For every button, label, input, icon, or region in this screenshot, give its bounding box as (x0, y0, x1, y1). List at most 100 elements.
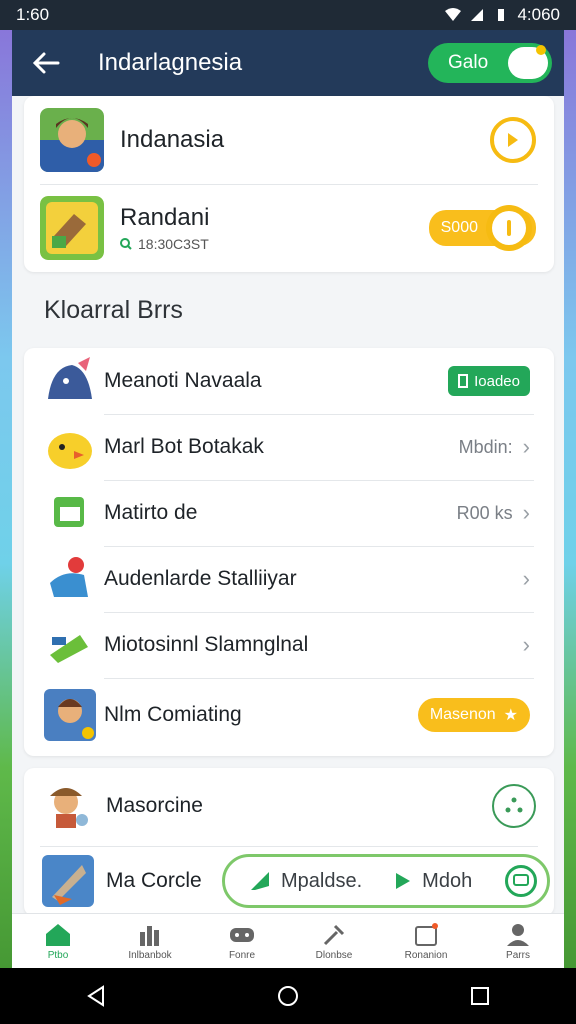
nav-label: Ptbo (47, 949, 69, 961)
explorer-icon (50, 788, 88, 828)
list-item[interactable]: Marl Bot Botakak Mbdin: › (24, 416, 554, 478)
floating-item-1[interactable]: Mpaldse. (249, 870, 362, 893)
profile-name: Randani (120, 204, 210, 231)
action-button[interactable] (486, 205, 532, 251)
leaf-icon (251, 872, 269, 890)
list-item-label: Marl Bot Botakak (104, 435, 264, 458)
system-back-button[interactable] (76, 976, 116, 1016)
info-icon (492, 211, 526, 245)
list-item[interactable]: Miotosinnl Slamnglnal › (24, 614, 554, 676)
nav-label: Dlonbse (315, 949, 353, 961)
wifi-icon (445, 8, 462, 21)
profile-row[interactable]: Indanasia (24, 102, 554, 178)
play-icon (508, 133, 518, 147)
back-button[interactable] (24, 41, 68, 85)
game-app-icon (40, 196, 104, 260)
chick-icon (48, 433, 92, 469)
chevron-right-icon: › (522, 566, 530, 591)
list-item-label: Meanoti Navaala (104, 369, 262, 392)
signal-icon (471, 9, 484, 21)
floating-action-bar: Mpaldse. Mdoh (222, 854, 550, 908)
nav-label: Inlbanbok (128, 949, 172, 961)
cloud-icon (508, 45, 548, 79)
status-bar: 1:60 4:060 (0, 0, 576, 30)
highlight-badge[interactable]: Masenon ★ (417, 698, 530, 732)
folder-icon (54, 497, 84, 527)
list-item[interactable]: Masorcine (24, 772, 554, 840)
nav-item-tools[interactable]: Dlonbse (294, 922, 374, 961)
list-item[interactable]: Meanoti Navaala Ioadeo (24, 350, 554, 412)
list-item-label: Matirto de (104, 501, 198, 524)
floating-item-2[interactable]: Mdoh (394, 870, 472, 893)
list-item-label: Audenlarde Stalliiyar (104, 567, 297, 590)
list-item-meta: Mbdin: (458, 436, 513, 457)
nav-item-games[interactable]: Fonre (202, 922, 282, 961)
nav-item-calendar[interactable]: Ronanion (386, 922, 466, 961)
list-item[interactable]: Nlm Comiating Masenon ★ (24, 680, 554, 750)
divider (104, 546, 534, 547)
profile-subtitle: 18:30C3ST (120, 236, 429, 252)
bus-button[interactable] (505, 865, 537, 897)
nav-label: Parrs (506, 949, 530, 961)
system-recents-button[interactable] (460, 976, 500, 1016)
profile-row[interactable]: Randani 18:30C3ST S000 (24, 190, 554, 266)
chevron-right-icon: › (522, 632, 530, 657)
settings-button[interactable] (492, 784, 536, 828)
status-badge-text: Ioadeo (474, 372, 520, 390)
notification-dot (536, 45, 546, 55)
nav-item-home[interactable]: Ptbo (18, 922, 98, 961)
highlight-badge-text: Masenon (429, 706, 496, 723)
system-navigation (0, 968, 576, 1024)
status-icons: 4:060 (445, 5, 560, 25)
floating-item-1-label: Mpaldse. (281, 869, 363, 892)
score-badge[interactable]: S000 (428, 205, 536, 251)
chevron-right-icon: › (522, 500, 530, 525)
list-item-meta: R00 ks (456, 502, 513, 523)
galo-toggle[interactable]: Galo (428, 43, 552, 83)
list-item[interactable]: Audenlarde Stalliiyar › (24, 548, 554, 610)
toggle-label: Galo (448, 52, 489, 73)
creature-icon (48, 357, 92, 399)
battery-icon (498, 9, 505, 21)
tools-icon (50, 635, 88, 663)
profile-card: Indanasia Randani 18:30C3ST S000 (24, 96, 554, 272)
dots-icon (505, 797, 523, 813)
status-badge[interactable]: Ioadeo (448, 366, 530, 396)
system-home-button[interactable] (268, 976, 308, 1016)
circle-home-icon (278, 986, 298, 1006)
stats-icon (140, 925, 159, 946)
bottom-navigation: Ptbo Inlbanbok Fonre Dlonbse Ronanion Pa… (12, 913, 564, 968)
home-icon (46, 923, 70, 946)
search-icon (120, 238, 132, 250)
wrench-icon (323, 924, 345, 945)
profile-subtitle-text: 18:30C3ST (138, 236, 209, 252)
list-item[interactable]: Matirto de R00 ks › (24, 482, 554, 544)
character-icon (44, 689, 96, 741)
main-panel: Indanasia Randani 18:30C3ST S000 Kloarra… (12, 96, 564, 968)
games-icon (230, 927, 254, 942)
list-item-label: Miotosinnl Slamnglnal (104, 633, 309, 656)
nav-item-profile[interactable]: Parrs (478, 922, 558, 961)
avatar (40, 108, 104, 172)
status-time: 1:60 (16, 5, 50, 24)
divider (40, 846, 538, 847)
bus-icon (513, 874, 529, 886)
floating-item-2-label: Mdoh (422, 869, 473, 892)
square-recents-icon (471, 987, 489, 1005)
score-badge-text: S000 (440, 219, 478, 236)
profile-name: Indanasia (120, 126, 225, 153)
chevron-right-icon: › (522, 434, 530, 459)
list-item-label: Nlm Comiating (104, 703, 242, 726)
section-title: Kloarral Brrs (44, 296, 183, 324)
map-pin-icon (50, 557, 88, 597)
arrow-left-icon (32, 52, 60, 74)
play-icon (396, 873, 411, 889)
profile-icon (507, 923, 529, 946)
calendar-icon (415, 922, 438, 946)
list-card: Meanoti Navaala Ioadeo Marl Bot Botakak … (24, 348, 554, 756)
nav-item-stats[interactable]: Inlbanbok (110, 922, 190, 961)
play-button[interactable] (490, 117, 536, 163)
list-item-label: Masorcine (106, 794, 203, 817)
adventure-icon (42, 855, 94, 907)
app-title: Indarlagnesia (98, 49, 243, 76)
